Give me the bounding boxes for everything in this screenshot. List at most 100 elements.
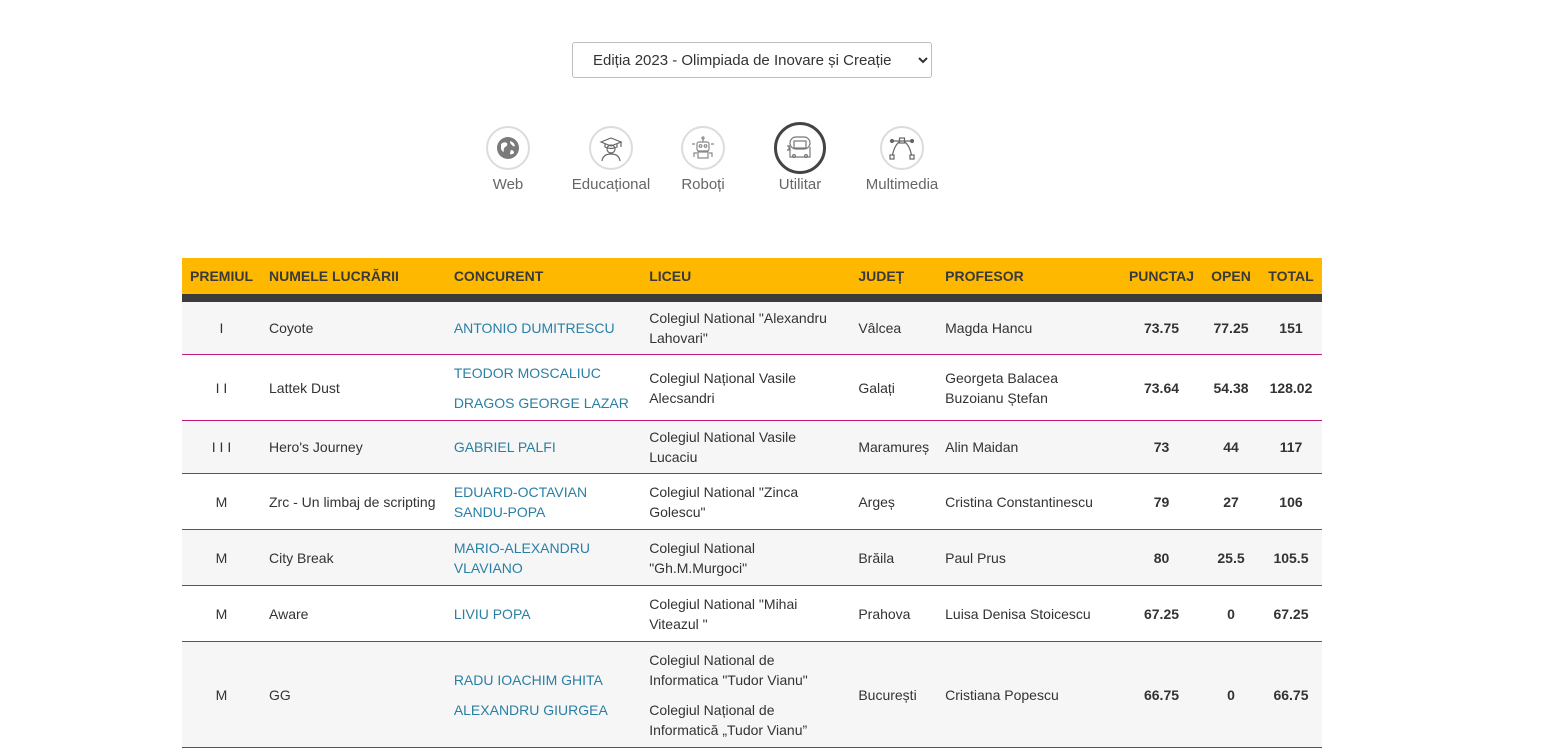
table-row: M GG RADU IOACHIM GHITA ALEXANDRU GIURGEA Co… <box>182 641 1322 748</box>
cell-judet: București <box>850 641 938 748</box>
cell-punctaj: 73.75 <box>1120 298 1203 355</box>
cell-premiu: M <box>182 473 261 530</box>
results-table: PREMIUL NUMELE LUCRĂRII CONCURENT LICEU … <box>182 258 1322 748</box>
cell-concurent: TEODOR MOSCALIUC DRAGOS GEORGE LAZAR <box>445 354 642 421</box>
cell-premiu: M <box>182 585 261 642</box>
student-link[interactable]: RADU IOACHIM GHITA <box>454 670 633 690</box>
cell-profesor: Cristiana Popescu <box>937 641 1121 748</box>
cell-open: 25.5 <box>1202 529 1260 586</box>
cell-total: 67.25 <box>1259 585 1322 642</box>
edition-select[interactable]: Ediția 2023 - Olimpiada de Inovare și Cr… <box>572 42 932 78</box>
table-row: I Coyote ANTONIO DUMITRESCU Colegiul Nation… <box>182 298 1322 355</box>
cell-premiu: I <box>182 298 261 355</box>
cell-premiu: M <box>182 529 261 586</box>
cell-punctaj: 73 <box>1120 420 1203 474</box>
header-open: OPEN <box>1202 258 1260 302</box>
student-link[interactable]: TEODOR MOSCALIUC <box>454 363 633 383</box>
cell-premiu: I I <box>182 354 261 421</box>
header-premiul: PREMIUL <box>182 258 261 302</box>
cell-concurent: RADU IOACHIM GHITA ALEXANDRU GIURGEA <box>445 641 642 748</box>
cell-punctaj: 67.25 <box>1120 585 1203 642</box>
header-total: TOTAL <box>1259 258 1322 302</box>
cell-judet: Galați <box>850 354 938 421</box>
student-link[interactable]: ALEXANDRU GIURGEA <box>454 700 633 720</box>
cell-total: 66.75 <box>1259 641 1322 748</box>
table-row: M Zrc - Un limbaj de scripting EDUARD-OCTA… <box>182 473 1322 530</box>
cell-total: 128.02 <box>1259 354 1322 421</box>
cell-total: 151 <box>1259 298 1322 355</box>
cell-open: 54.38 <box>1202 354 1260 421</box>
cell-liceu: Colegiul Național Vasile Alecsandri <box>641 354 851 421</box>
vector-pen-icon <box>880 126 924 170</box>
cell-lucrare: Zrc - Un limbaj de scripting <box>261 473 446 530</box>
school-name: Colegiul National "Gh.M.Murgoci" <box>649 539 756 576</box>
category-robots[interactable]: Roboți <box>653 126 753 193</box>
cell-judet: Prahova <box>850 585 938 642</box>
cell-concurent: EDUARD-OCTAVIAN SANDU-POPA <box>445 473 642 530</box>
cell-lucrare: GG <box>261 641 446 748</box>
cell-lucrare: Aware <box>261 585 446 642</box>
school-name: Colegiul National de Informatica "Tudor … <box>649 651 808 688</box>
cell-liceu: Colegiul National Vasile Lucaciu <box>641 420 851 474</box>
header-judet: JUDEȚ <box>850 258 938 302</box>
utility-icon <box>774 122 826 174</box>
cell-liceu: Colegiul National "Zinca Golescu" <box>641 473 851 530</box>
cell-total: 106 <box>1259 473 1322 530</box>
school-name: Colegiul National "Mihai Viteazul " <box>649 595 798 632</box>
cell-profesor: Paul Prus <box>937 529 1121 586</box>
cell-profesor: Magda Hancu <box>937 298 1121 355</box>
cell-liceu: Colegiul National "Mihai Viteazul " <box>641 585 851 642</box>
school-name: Colegiul National Vasile Lucaciu <box>649 429 797 465</box>
cell-lucrare: Coyote <box>261 298 446 355</box>
cell-concurent: GABRIEL PALFI <box>445 420 642 474</box>
header-profesor: PROFESOR <box>937 258 1121 302</box>
robot-icon <box>681 126 725 170</box>
student-link[interactable]: GABRIEL PALFI <box>454 437 633 457</box>
cell-judet: Brăila <box>850 529 938 586</box>
category-label: Web <box>492 176 524 193</box>
cell-concurent: ANTONIO DUMITRESCU <box>445 298 642 355</box>
header-concurent: CONCURENT <box>445 258 642 302</box>
cell-profesor: Alin Maidan <box>937 420 1121 474</box>
student-link[interactable]: ANTONIO DUMITRESCU <box>454 318 633 338</box>
student-link[interactable]: LIVIU POPA <box>454 604 633 624</box>
graduate-icon <box>589 126 633 170</box>
category-utility[interactable]: Utilitar <box>750 122 850 193</box>
category-educational[interactable]: Educațional <box>561 126 661 193</box>
cell-liceu: Colegiul National de Informatica "Tudor … <box>641 641 851 748</box>
cell-punctaj: 79 <box>1120 473 1203 530</box>
cell-lucrare: Lattek Dust <box>261 354 446 421</box>
cell-lucrare: City Break <box>261 529 446 586</box>
table-row: I I I Hero's Journey GABRIEL PALFI Colegiul… <box>182 420 1322 474</box>
cell-punctaj: 66.75 <box>1120 641 1203 748</box>
cell-punctaj: 73.64 <box>1120 354 1203 421</box>
cell-concurent: LIVIU POPA <box>445 585 642 642</box>
cell-concurent: MARIO-ALEXANDRU VLAVIANO <box>445 529 642 586</box>
category-web[interactable]: Web <box>458 126 558 193</box>
cell-liceu: Colegiul National "Alexandru Lahovari" <box>641 298 851 355</box>
student-link[interactable]: MARIO-ALEXANDRU VLAVIANO <box>454 538 633 578</box>
header-punctaj: PUNCTAJ <box>1120 258 1203 302</box>
cell-liceu: Colegiul National "Gh.M.Murgoci" <box>641 529 851 586</box>
cell-punctaj: 80 <box>1120 529 1203 586</box>
category-label: Multimedia <box>865 176 939 193</box>
student-link[interactable]: EDUARD-OCTAVIAN SANDU-POPA <box>454 482 633 522</box>
cell-profesor: Georgeta Balacea Buzoianu Ștefan <box>937 354 1121 421</box>
category-bar: Web Educațional Roboți Utilitar Multimed… <box>0 122 1552 206</box>
student-link[interactable]: DRAGOS GEORGE LAZAR <box>454 393 633 413</box>
category-label: Educațional <box>571 176 651 193</box>
table-row: M City Break MARIO-ALEXANDRU VLAVIANO Coleg… <box>182 529 1322 586</box>
table-row: M Aware LIVIU POPA Colegiul National "Mihai… <box>182 585 1322 642</box>
cell-open: 77.25 <box>1202 298 1260 355</box>
cell-profesor: Cristina Constantinescu <box>937 473 1121 530</box>
school-name: Colegiul Național Vasile Alecsandri <box>649 369 797 406</box>
cell-open: 0 <box>1202 641 1260 748</box>
cell-total: 105.5 <box>1259 529 1322 586</box>
category-multimedia[interactable]: Multimedia <box>852 126 952 193</box>
school-name: Colegiul Național de Informatică „Tudor … <box>649 701 808 738</box>
cell-open: 0 <box>1202 585 1260 642</box>
table-body: I Coyote ANTONIO DUMITRESCU Colegiul Nation… <box>182 298 1322 748</box>
school-name: Colegiul National "Alexandru Lahovari" <box>649 310 827 346</box>
cell-premiu: M <box>182 641 261 748</box>
cell-judet: Maramureș <box>850 420 938 474</box>
